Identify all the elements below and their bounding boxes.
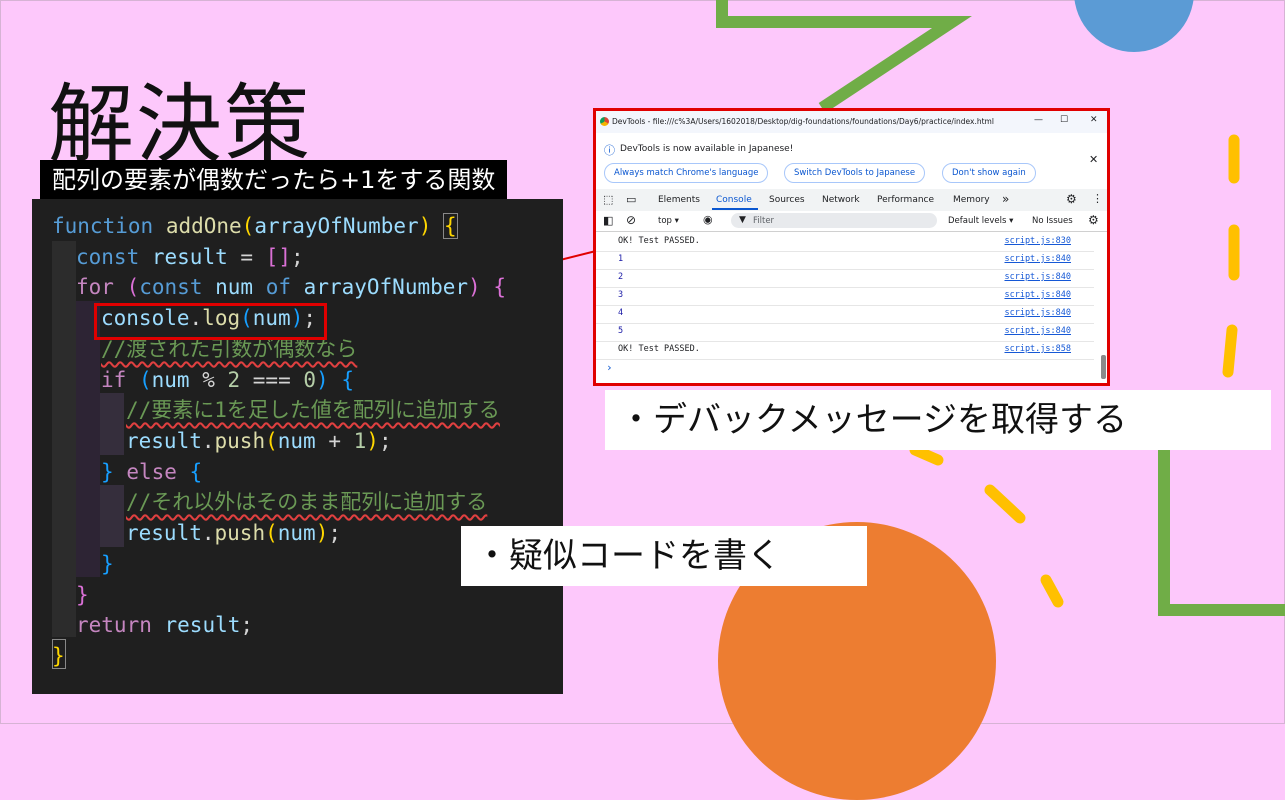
- dont-show-again-button[interactable]: Don't show again: [942, 163, 1036, 183]
- code-line-14: return result;: [76, 613, 254, 637]
- code-line-8: result.push(num + 1);: [126, 429, 392, 453]
- tab-sources[interactable]: Sources: [769, 195, 805, 205]
- more-options-icon[interactable]: ⋮: [1092, 192, 1103, 205]
- tab-elements[interactable]: Elements: [658, 195, 700, 205]
- decor-yellow-dash-5: [984, 484, 1026, 524]
- filter-icon: ▼: [739, 215, 746, 225]
- switch-to-japanese-button[interactable]: Switch DevTools to Japanese: [784, 163, 926, 183]
- log-source-link[interactable]: script.js:840: [1004, 251, 1071, 267]
- live-expression-eye-icon[interactable]: ◉: [703, 213, 713, 226]
- info-icon: ⓘ: [604, 144, 615, 157]
- minimize-button[interactable]: —: [1034, 115, 1043, 125]
- chrome-icon: [600, 117, 609, 126]
- log-source-link[interactable]: script.js:840: [1004, 305, 1071, 321]
- clear-console-icon[interactable]: ⊘: [626, 213, 636, 227]
- sidebar-toggle-icon[interactable]: ◧: [603, 214, 613, 227]
- log-source-link[interactable]: script.js:840: [1004, 323, 1071, 339]
- code-line-11: result.push(num);: [126, 521, 341, 545]
- issues-counter[interactable]: No Issues: [1032, 216, 1073, 226]
- code-line-12: }: [101, 552, 114, 576]
- context-selector[interactable]: top ▾: [658, 216, 679, 226]
- log-row: OK! Test PASSED. script.js:830: [596, 233, 1094, 252]
- code-editor: function addOne(arrayOfNumber) { const r…: [32, 199, 563, 694]
- code-line-9: } else {: [101, 460, 203, 484]
- tab-console[interactable]: Console: [716, 195, 752, 205]
- tab-console-underline: [712, 208, 758, 210]
- highlight-console-log: [94, 303, 327, 340]
- filter-input[interactable]: ▼ Filter: [731, 213, 937, 228]
- log-levels-dropdown[interactable]: Default levels ▾: [948, 216, 1013, 226]
- console-scrollbar[interactable]: [1101, 235, 1106, 381]
- more-tabs-icon[interactable]: »: [1002, 192, 1009, 206]
- decor-yellow-dash-3: [1222, 324, 1238, 378]
- code-line-2: const result = [];: [76, 245, 304, 269]
- code-line-7: //要素に1を足した値を配列に追加する: [126, 398, 500, 422]
- indent-guide-4: [100, 485, 124, 547]
- console-prompt[interactable]: ›: [606, 361, 613, 374]
- device-toolbar-icon[interactable]: ▭: [626, 193, 636, 206]
- indent-guide-2: [76, 301, 100, 577]
- console-settings-icon[interactable]: ⚙: [1088, 213, 1099, 227]
- settings-gear-icon[interactable]: ⚙: [1066, 192, 1077, 206]
- code-line-13: }: [76, 583, 89, 607]
- log-row: 3 script.js:840: [596, 287, 1094, 306]
- tab-performance[interactable]: Performance: [877, 195, 934, 205]
- callout-pseudo-code: ・疑似コードを書く: [461, 526, 867, 586]
- devtools-window-title: DevTools - file:///c%3A/Users/1602018/De…: [612, 117, 994, 126]
- filter-placeholder: Filter: [753, 216, 775, 226]
- log-row: OK! Test PASSED. script.js:858: [596, 341, 1094, 360]
- log-source-link[interactable]: script.js:840: [1004, 269, 1071, 285]
- always-match-language-button[interactable]: Always match Chrome's language: [604, 163, 769, 183]
- inspect-element-icon[interactable]: ⬚: [603, 193, 613, 206]
- code-line-15: }: [52, 644, 65, 668]
- tab-memory[interactable]: Memory: [953, 195, 990, 205]
- close-window-button[interactable]: ✕: [1090, 115, 1098, 125]
- callout-debug-message: ・デバックメッセージを取得する: [605, 390, 1271, 450]
- decor-green-arrow: [716, 0, 972, 114]
- code-line-6: if (num % 2 === 0) {: [101, 368, 354, 392]
- console-toolbar: ◧ ⊘ top ▾ ◉ ▼ Filter Default levels ▾ No…: [596, 211, 1107, 232]
- devtools-tab-bar: ⬚ ▭ Elements Console Sources Network Per…: [596, 189, 1107, 212]
- dismiss-infobar-icon[interactable]: ✕: [1089, 153, 1098, 166]
- indent-guide-3: [100, 393, 124, 455]
- maximize-button[interactable]: ☐: [1060, 115, 1068, 125]
- code-line-1: function addOne(arrayOfNumber) {: [52, 213, 458, 239]
- code-line-3: for (const num of arrayOfNumber) {: [76, 275, 507, 299]
- log-row: 1 script.js:840: [596, 251, 1094, 270]
- log-source-link[interactable]: script.js:830: [1004, 233, 1071, 249]
- devtools-window: DevTools - file:///c%3A/Users/1602018/De…: [593, 108, 1110, 386]
- scrollbar-thumb[interactable]: [1101, 355, 1106, 379]
- slide-subtitle: 配列の要素が偶数だったら+1をする関数: [40, 160, 508, 200]
- devtools-titlebar: DevTools - file:///c%3A/Users/1602018/De…: [596, 111, 1107, 133]
- log-row: 4 script.js:840: [596, 305, 1094, 324]
- log-row: 5 script.js:840: [596, 323, 1094, 342]
- decor-yellow-dash-4: [909, 444, 944, 466]
- language-infobar: ⓘ DevTools is now available in Japanese!…: [596, 133, 1107, 195]
- indent-guide-1: [52, 241, 76, 637]
- code-line-10: //それ以外はそのまま配列に追加する: [126, 490, 488, 514]
- log-row: 2 script.js:840: [596, 269, 1094, 288]
- decor-yellow-dash-6: [1040, 574, 1064, 608]
- log-source-link[interactable]: script.js:858: [1004, 341, 1071, 357]
- infobar-message: DevTools is now available in Japanese!: [620, 144, 794, 154]
- log-source-link[interactable]: script.js:840: [1004, 287, 1071, 303]
- tab-network[interactable]: Network: [822, 195, 860, 205]
